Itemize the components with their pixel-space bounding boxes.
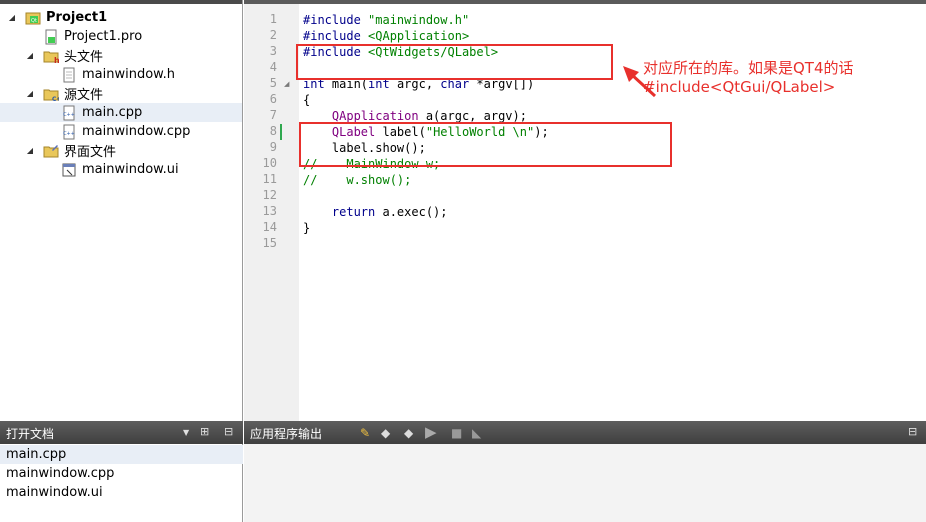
code-token: // w.show(); (303, 173, 412, 187)
tree-item-pro-file[interactable]: Project1.pro (0, 27, 242, 46)
expand-arrow-icon[interactable]: ◢ (7, 13, 17, 22)
tree-item-label: 头文件 (64, 50, 104, 65)
line-number: 3 (269, 44, 277, 58)
code-line[interactable]: #include <QApplication> (303, 28, 469, 44)
line-number: 13 (262, 204, 277, 218)
tree-item-label: Project1 (46, 10, 108, 25)
line-number: 10 (262, 156, 277, 170)
tree-item-sources-folder[interactable]: ◢ C+ 源文件 (0, 84, 242, 103)
open-doc-item[interactable]: main.cpp (0, 445, 243, 464)
stop-icon[interactable]: ■ (451, 426, 462, 440)
ui-file-icon (62, 163, 76, 176)
code-token: } (303, 221, 311, 235)
code-line[interactable]: return a.exec(); (303, 204, 448, 220)
annotation-text: 对应所在的库。如果是QT4的话 (643, 59, 854, 77)
close-panel-icon[interactable]: ⊟ (908, 425, 917, 438)
code-line[interactable]: #include "mainwindow.h" (303, 12, 469, 28)
application-output-panel: 应用程序输出 ✎ ◆ ◆ ▶ ■ ◣ ⊟ (244, 421, 926, 522)
tree-item-label: main.cpp (82, 105, 143, 120)
project-tree-panel: ◢ Qt Project1 Project1.pro ◢ h 头文件 (0, 0, 243, 421)
close-panel-icon[interactable]: ⊟ (224, 425, 233, 438)
attach-icon[interactable]: ◣ (472, 426, 481, 440)
tree-item-mainwindow-ui[interactable]: mainwindow.ui (0, 160, 242, 179)
tree-item-headers-folder[interactable]: ◢ h 头文件 (0, 46, 242, 65)
line-number: 15 (262, 236, 277, 250)
annotation-text: #include<QtGui/QLabel> (643, 78, 836, 96)
line-number: 1 (269, 12, 277, 26)
code-line[interactable]: { (303, 92, 310, 108)
code-token: #include (303, 29, 369, 43)
expand-arrow-icon[interactable]: ◢ (25, 146, 35, 155)
code-token: a(argc, argv); (425, 109, 527, 123)
dropdown-arrow-icon[interactable]: ▼ (183, 428, 189, 437)
svg-text:C+: C+ (52, 96, 59, 102)
open-documents-header: 打开文档 ▼ ⊞ ⊟ (0, 421, 243, 444)
code-editor[interactable]: 1 2 3 4 5 6 7 8 9 10 11 12 13 14 15 ◢ #include "mainwi… (244, 0, 926, 421)
svg-text:h: h (54, 56, 59, 64)
header-folder-icon: h (43, 51, 59, 64)
next-icon[interactable]: ◆ (404, 426, 413, 440)
open-documents-panel: 打开文档 ▼ ⊞ ⊟ main.cpp mainwindow.cpp mainw… (0, 421, 243, 522)
svg-text:C++: C++ (63, 131, 75, 137)
code-line[interactable]: } (303, 220, 310, 236)
rerun-icon[interactable]: ✎ (360, 426, 370, 440)
split-icon[interactable]: ⊞ (200, 425, 209, 438)
expand-arrow-icon[interactable]: ◢ (25, 89, 35, 98)
cpp-file-icon: C++ (63, 105, 75, 120)
line-number: 14 (262, 220, 277, 234)
code-line[interactable]: // w.show(); (303, 172, 411, 188)
tree-item-main-cpp[interactable]: C++ main.cpp (0, 103, 242, 122)
code-token: a.exec(); (382, 205, 448, 219)
line-number: 11 (262, 172, 277, 186)
header-file-icon (63, 67, 75, 82)
fold-arrow-icon[interactable]: ◢ (284, 80, 289, 88)
tree-item-forms-folder[interactable]: ◢ 界面文件 (0, 141, 242, 160)
line-number: 2 (269, 28, 277, 42)
code-token: { (303, 93, 311, 107)
open-doc-item[interactable]: mainwindow.cpp (0, 464, 243, 483)
panel-title: 打开文档 (6, 427, 55, 441)
pro-file-icon (45, 29, 57, 44)
highlight-box-include (296, 44, 613, 80)
application-output-header: 应用程序输出 ✎ ◆ ◆ ▶ ■ ◣ ⊟ (244, 421, 926, 444)
tree-item-label: mainwindow.cpp (82, 124, 191, 139)
panel-toolbar-stub (0, 0, 242, 4)
svg-text:Qt: Qt (31, 18, 37, 24)
open-doc-item[interactable]: mainwindow.ui (0, 483, 243, 502)
tree-item-label: mainwindow.h (82, 67, 175, 82)
forms-folder-icon (43, 144, 59, 157)
line-number: 8 (269, 124, 277, 138)
line-number: 12 (262, 188, 277, 202)
expand-arrow-icon[interactable]: ◢ (25, 51, 35, 60)
tree-item-label: 界面文件 (64, 145, 117, 160)
svg-text:C++: C++ (63, 112, 75, 118)
code-token: #include (303, 13, 369, 27)
tree-item-mainwindow-cpp[interactable]: C++ mainwindow.cpp (0, 122, 242, 141)
tree-item-project[interactable]: ◢ Qt Project1 (0, 8, 242, 27)
panel-title: 应用程序输出 (250, 427, 323, 441)
line-number: 4 (269, 60, 277, 74)
code-token: "mainwindow.h" (368, 13, 470, 27)
tree-item-label: mainwindow.ui (82, 162, 179, 177)
change-marker (280, 124, 282, 140)
line-number: 6 (269, 92, 277, 106)
tree-item-mainwindow-h[interactable]: mainwindow.h (0, 65, 242, 84)
highlight-box-label-code (299, 122, 672, 167)
prev-icon[interactable]: ◆ (381, 426, 390, 440)
tree-item-label: 源文件 (64, 88, 104, 103)
source-folder-icon: C+ (43, 89, 59, 102)
run-icon[interactable]: ▶ (425, 423, 437, 441)
qt-project-icon: Qt (25, 12, 41, 24)
code-token: QApplication (303, 109, 426, 123)
line-number-gutter: 1 2 3 4 5 6 7 8 9 10 11 12 13 14 15 ◢ (244, 4, 299, 421)
editor-toolbar-stub (244, 0, 926, 4)
code-token: return (303, 205, 383, 219)
code-token: <QApplication> (368, 29, 470, 43)
line-number: 7 (269, 108, 277, 122)
line-number: 5 (269, 76, 277, 90)
line-number: 9 (269, 140, 277, 154)
cpp-file-icon: C++ (63, 124, 75, 139)
tree-item-label: Project1.pro (64, 29, 143, 44)
